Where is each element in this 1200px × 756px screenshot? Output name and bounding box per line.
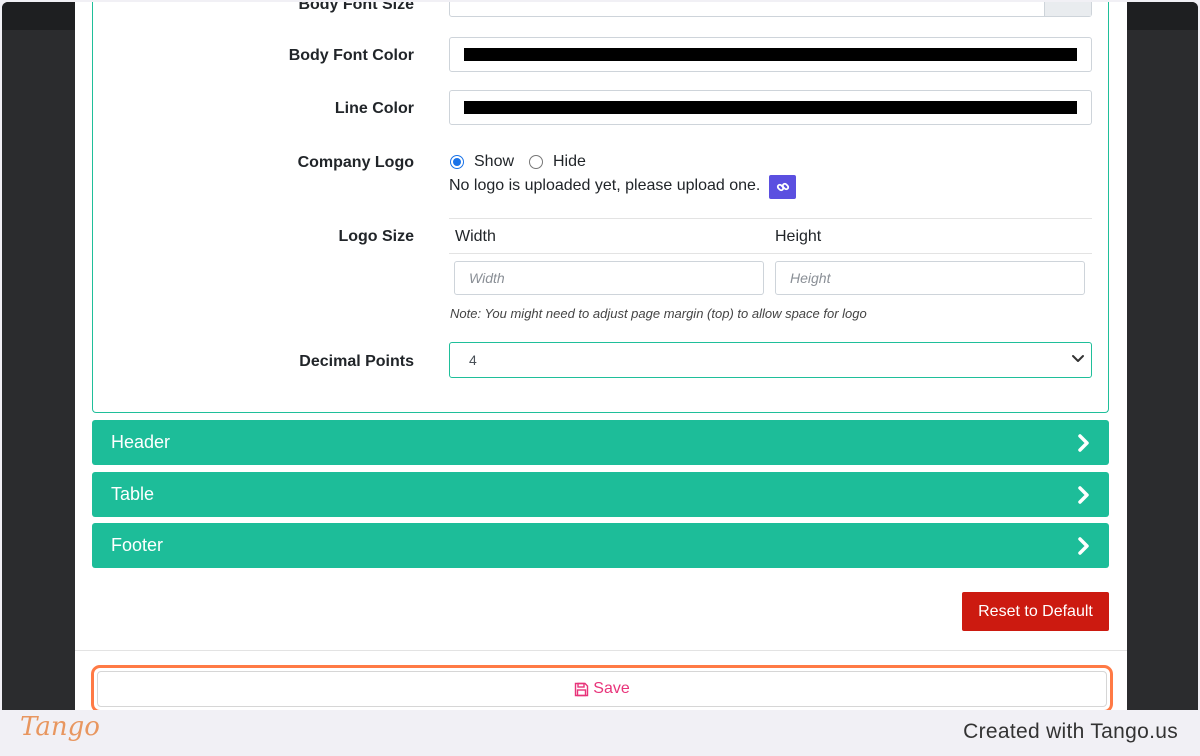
header-section-title: Header (111, 432, 171, 452)
chevron-right-icon (1078, 486, 1089, 504)
reset-to-default-button[interactable]: Reset to Default (962, 592, 1109, 631)
body-font-size-label: Body Font Size (298, 2, 414, 13)
floppy-disk-icon (575, 682, 589, 696)
logo-show-radio[interactable]: Show (450, 153, 514, 171)
body-font-color-label: Body Font Color (288, 47, 414, 64)
logo-status-text: No logo is uploaded yet, please upload o… (449, 177, 761, 194)
logo-height-input[interactable]: Height (775, 261, 1085, 295)
save-button[interactable]: Save (97, 671, 1107, 707)
table-section-toggle[interactable]: Table (92, 472, 1109, 517)
logo-show-label: Show (474, 153, 515, 170)
px-unit-addon: px (1044, 2, 1091, 16)
chevron-right-icon (1078, 434, 1089, 452)
logo-size-label: Logo Size (338, 228, 414, 245)
width-column-header: Width (455, 228, 496, 245)
line-color-swatch (464, 101, 1077, 114)
footer-section-title: Footer (111, 535, 164, 555)
logo-margin-note: Note: You might need to adjust page marg… (450, 306, 867, 321)
radio-unchecked-icon (529, 155, 543, 169)
save-button-label: Save (593, 680, 630, 697)
body-font-color-picker[interactable] (449, 37, 1092, 72)
table-section-title: Table (111, 484, 155, 504)
body-font-color-swatch (464, 48, 1077, 61)
logo-size-header-divider (449, 253, 1092, 254)
logo-width-input[interactable]: Width (454, 261, 764, 295)
footer-section-toggle[interactable]: Footer (92, 523, 1109, 568)
chevron-down-icon (1072, 355, 1084, 362)
header-section-toggle[interactable]: Header (92, 420, 1109, 465)
height-column-header: Height (775, 228, 822, 245)
settings-modal: Body Font Size 15 px Body Font Color Lin… (75, 2, 1127, 710)
radio-checked-icon (450, 155, 464, 169)
line-color-label: Line Color (334, 100, 414, 117)
link-icon (776, 182, 789, 192)
decimal-points-label: Decimal Points (299, 353, 414, 370)
save-highlight-outline: Save (91, 665, 1113, 710)
tango-credit-text: Created with Tango.us (963, 720, 1178, 743)
logo-size-top-divider (449, 218, 1092, 219)
app-screen: Body Font Size 15 px Body Font Color Lin… (2, 2, 1198, 710)
chevron-right-icon (1078, 537, 1089, 555)
logo-hide-radio[interactable]: Hide (529, 153, 586, 171)
tango-logo: Tango (20, 712, 100, 742)
modal-footer-divider (75, 650, 1127, 651)
decimal-points-value: 4 (469, 352, 477, 368)
upload-logo-link-button[interactable] (769, 175, 796, 199)
company-logo-label: Company Logo (297, 154, 414, 171)
body-font-size-input[interactable]: 15 px (449, 2, 1092, 17)
decimal-points-select[interactable]: 4 (449, 342, 1092, 378)
logo-hide-label: Hide (553, 153, 586, 170)
body-font-size-value: 15 (464, 2, 480, 3)
line-color-picker[interactable] (449, 90, 1092, 125)
